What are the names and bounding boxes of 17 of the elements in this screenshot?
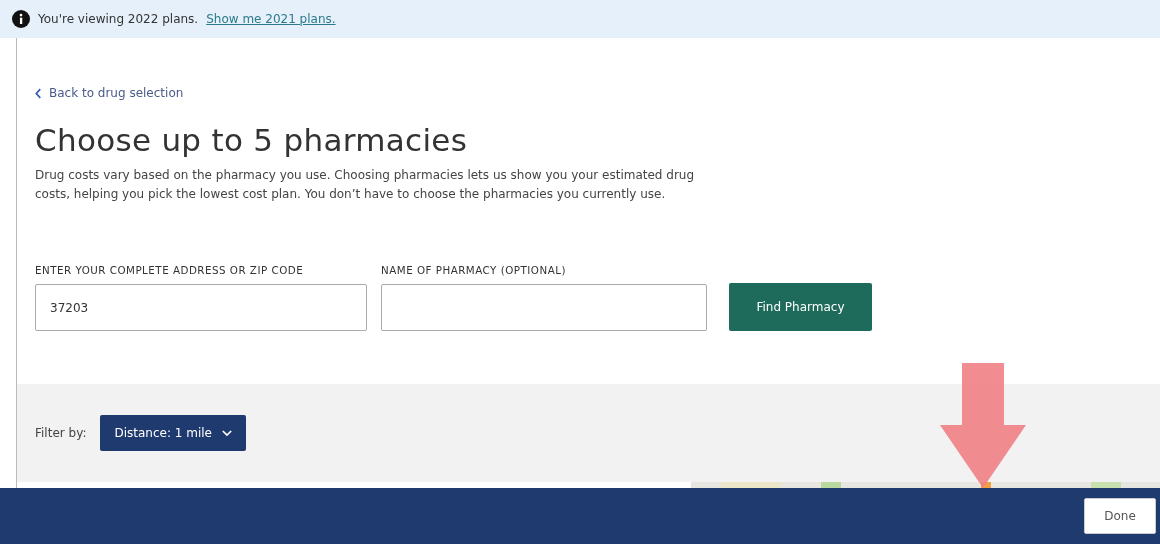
arrow-icon (940, 363, 1026, 488)
done-button[interactable]: Done (1084, 498, 1156, 534)
description-text: Drug costs vary based on the pharmacy you use. Choosing pharmacies lets us show you your estimated drug costs, helping you pick the lowest cost plan. You don’t have to choose the pharmacies you currently use. (35, 167, 696, 203)
back-link[interactable]: Back to drug selection (35, 86, 1160, 100)
filter-label: Filter by: (35, 426, 87, 440)
info-icon (12, 10, 30, 28)
input-field[interactable]: 37203 (35, 284, 367, 331)
find-pharmacy-button[interactable]: Find Pharmacy (729, 283, 872, 331)
chevron-left-icon (35, 87, 42, 99)
input-field[interactable] (381, 284, 707, 331)
page-heading: Choose up to 5 pharmacies (35, 122, 469, 158)
field-label: NAME OF PHARMACY (OPTIONAL) (381, 264, 567, 276)
distance-dropdown[interactable]: Distance: 1 mile (100, 415, 246, 451)
banner-text: You're viewing 2022 plans. (38, 12, 199, 26)
chevron-down-icon (221, 429, 232, 437)
show-plans-link[interactable]: Show me 2021 plans. (206, 12, 336, 26)
field-label: ENTER YOUR COMPLETE ADDRESS OR ZIP CODE (35, 264, 305, 276)
